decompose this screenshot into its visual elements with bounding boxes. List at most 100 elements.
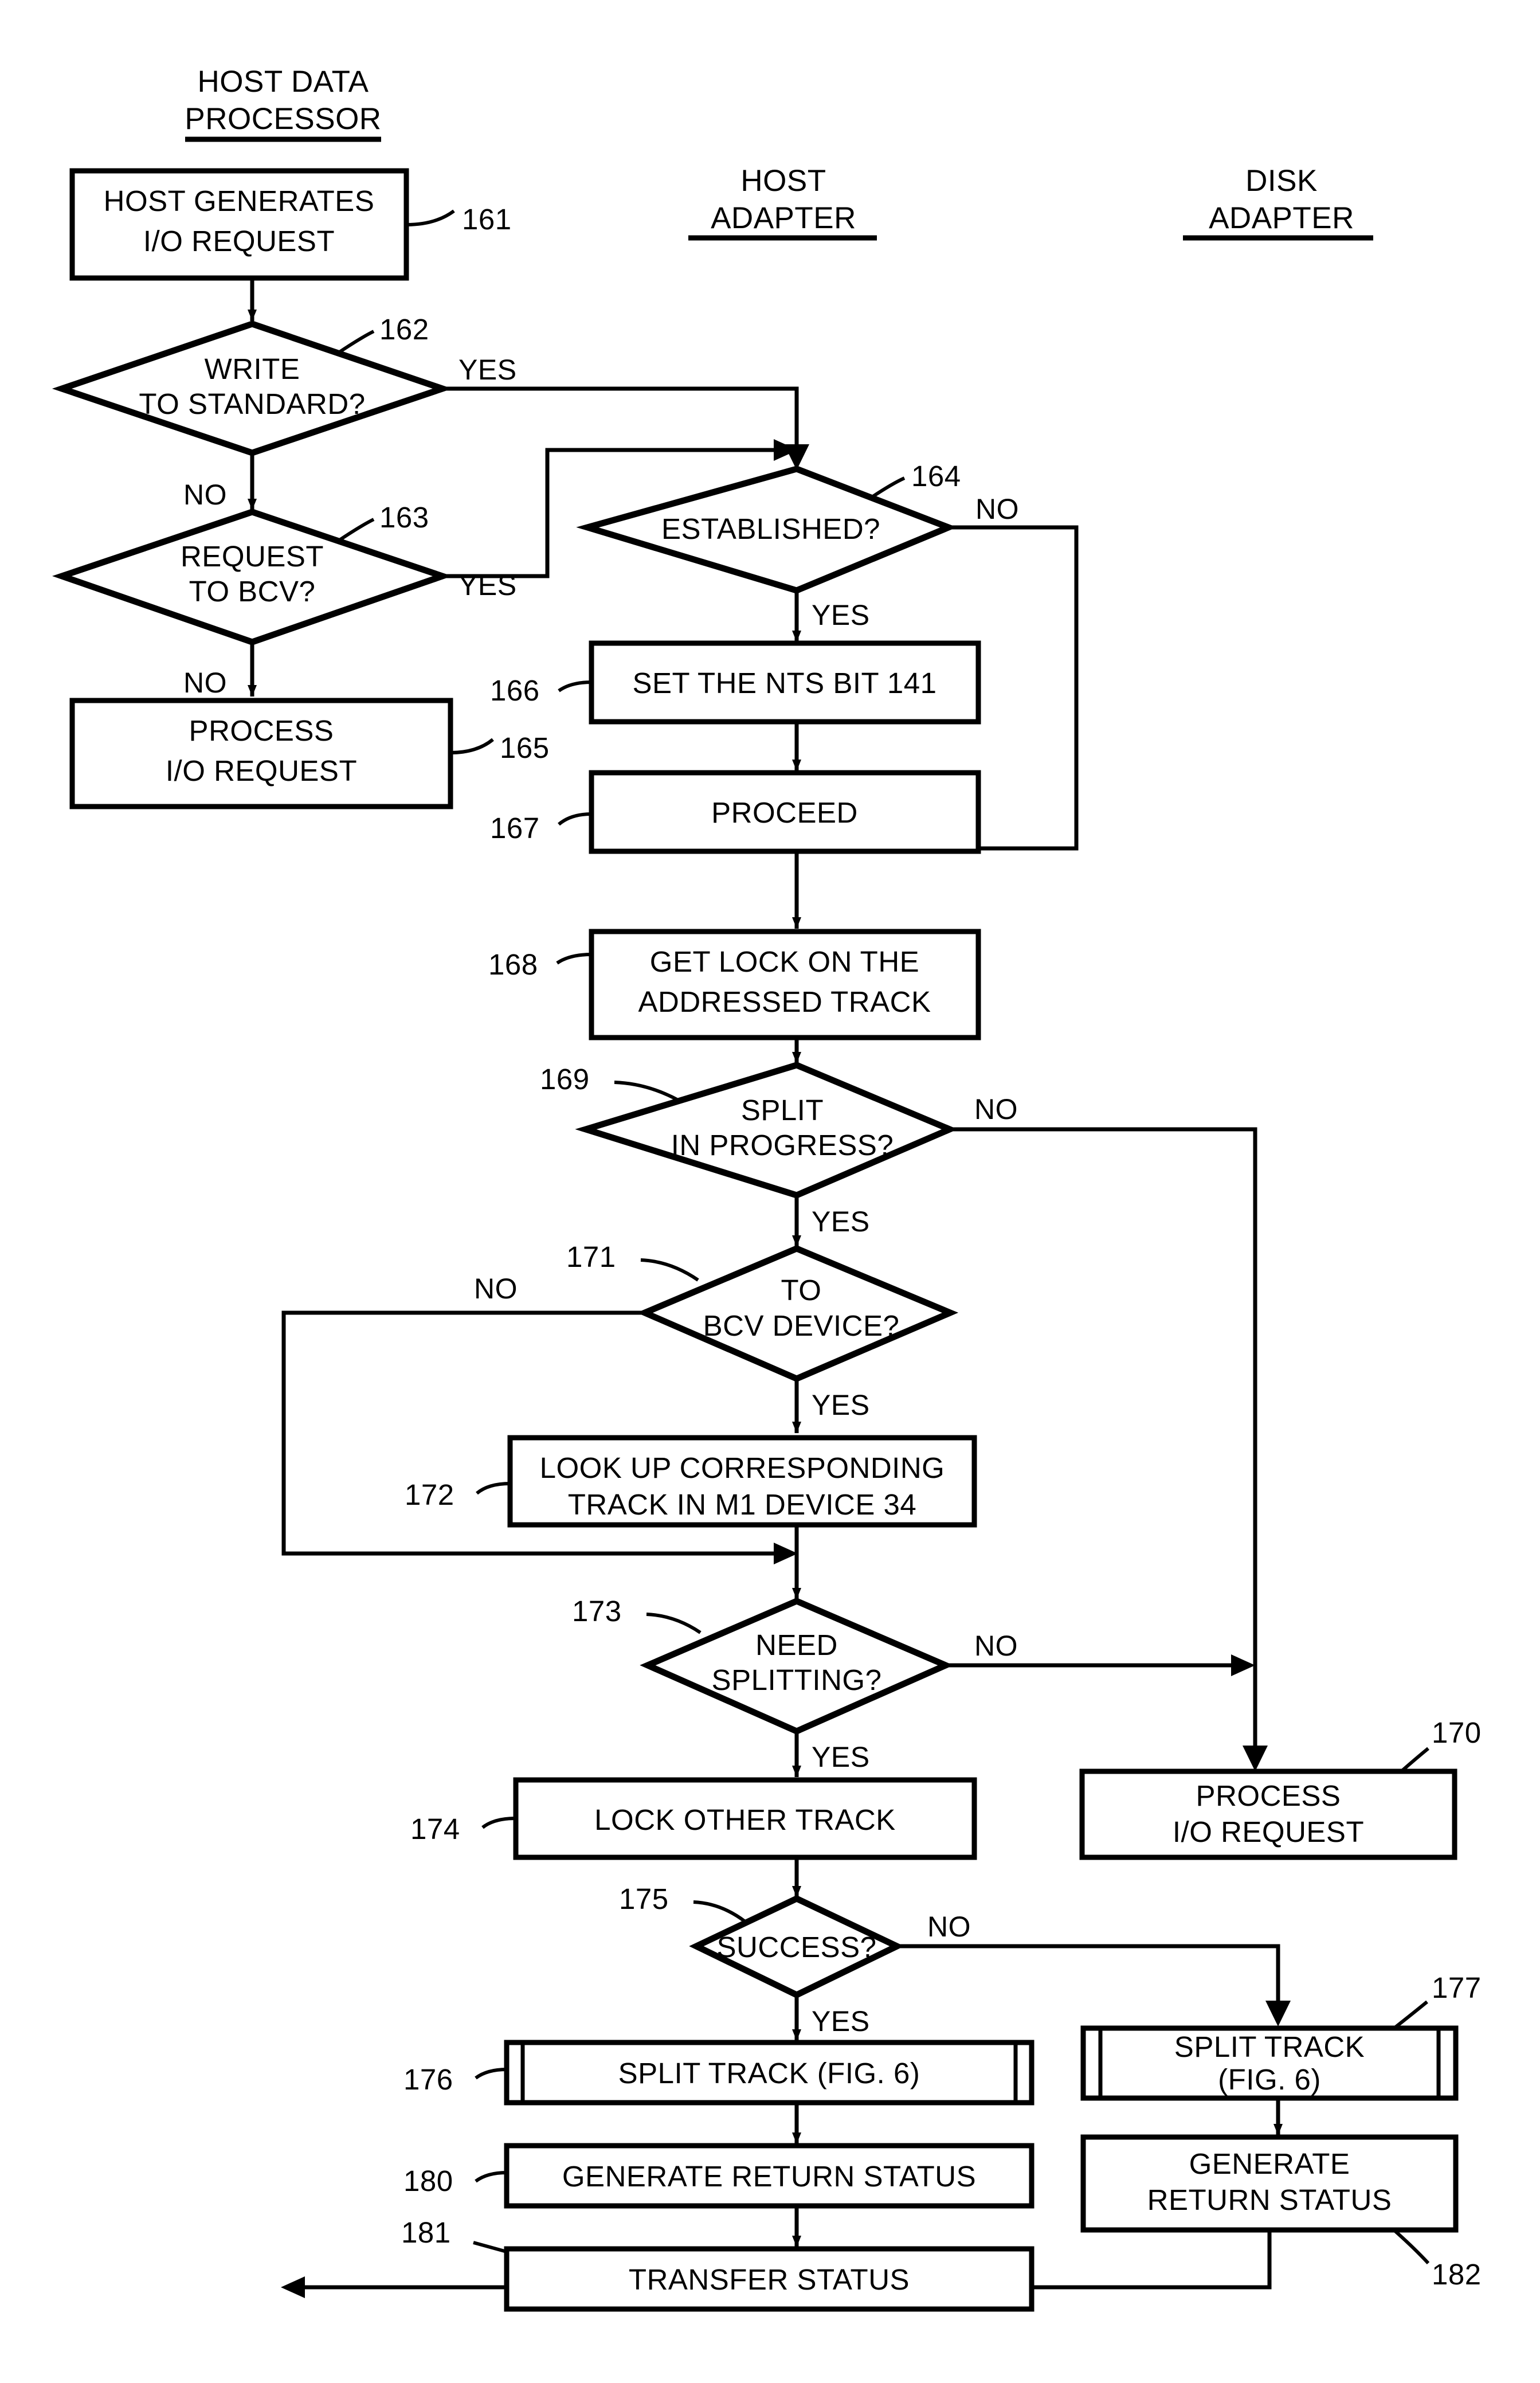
column-heading-host-adapter: HOST ADAPTER xyxy=(688,164,877,241)
label-164-yes: YES xyxy=(812,599,870,631)
ref-162: 162 xyxy=(379,313,429,346)
label-173-no: NO xyxy=(974,1630,1018,1662)
node-170-line2: I/O REQUEST xyxy=(1173,1815,1364,1848)
ref-170: 170 xyxy=(1432,1716,1482,1749)
col1-line2: PROCESSOR xyxy=(185,102,381,136)
column-heading-disk-adapter: DISK ADAPTER xyxy=(1183,164,1373,241)
node-177-line2: (FIG. 6) xyxy=(1218,2063,1321,2096)
ref-163: 163 xyxy=(379,501,429,534)
node-165-line1: PROCESS xyxy=(189,714,334,747)
ref-182: 182 xyxy=(1432,2258,1482,2291)
node-182-generate-return-status-disk: GENERATE RETURN STATUS 182 xyxy=(1080,2134,1482,2291)
column-heading-host-data-processor: HOST DATA PROCESSOR xyxy=(185,65,381,142)
leader-168 xyxy=(556,953,592,965)
leader-175 xyxy=(693,1900,746,1923)
label-171-no: NO xyxy=(474,1273,518,1305)
node-172-line2: TRACK IN M1 DEVICE 34 xyxy=(568,1488,916,1521)
node-162-line1: WRITE xyxy=(205,353,300,385)
ref-173: 173 xyxy=(572,1595,622,1627)
label-171-yes: YES xyxy=(812,1389,870,1421)
node-182-line2: RETURN STATUS xyxy=(1147,2184,1392,2216)
node-171-to-bcv-device: TO BCV DEVICE? 171 YES NO xyxy=(474,1241,959,1421)
label-169-yes: YES xyxy=(812,1206,870,1238)
label-164-no: NO xyxy=(975,493,1019,525)
leader-174 xyxy=(481,1817,516,1829)
node-167-line1: PROCEED xyxy=(711,796,858,829)
node-180-generate-return-status: GENERATE RETURN STATUS 180 xyxy=(403,2143,1034,2209)
node-166-set-nts-bit: SET THE NTS BIT 141 166 xyxy=(490,640,981,725)
node-181-transfer-status: TRANSFER STATUS 181 xyxy=(401,2216,1034,2312)
arrowhead-output xyxy=(281,2276,305,2298)
ref-175: 175 xyxy=(619,1883,669,1915)
node-180-line1: GENERATE RETURN STATUS xyxy=(562,2160,976,2193)
label-163-yes: YES xyxy=(459,569,517,601)
flowchart-canvas: HOST DATA PROCESSOR HOST ADAPTER DISK AD… xyxy=(52,65,1482,2312)
ref-169: 169 xyxy=(540,1063,590,1095)
leader-176 xyxy=(475,2068,507,2080)
leader-162 xyxy=(336,330,375,355)
node-164-line1: ESTABLISHED? xyxy=(661,512,880,545)
node-173-line1: NEED xyxy=(755,1629,838,1661)
node-173-line2: SPLITTING? xyxy=(712,1664,882,1696)
ref-172: 172 xyxy=(405,1478,454,1511)
col3-line1: DISK xyxy=(1245,164,1318,198)
node-166-line1: SET THE NTS BIT 141 xyxy=(632,667,936,699)
ref-165: 165 xyxy=(500,731,550,764)
label-163-no: NO xyxy=(183,667,227,699)
node-171-line1: TO xyxy=(781,1274,822,1306)
leader-171 xyxy=(640,1258,699,1282)
node-169-line2: IN PROGRESS? xyxy=(671,1129,894,1161)
arrowhead-177-in xyxy=(1265,2001,1291,2026)
leader-173 xyxy=(646,1613,702,1634)
leader-166 xyxy=(558,680,592,692)
node-175-line1: SUCCESS? xyxy=(717,1931,877,1963)
label-162-yes: YES xyxy=(459,354,517,386)
col1-line1: HOST DATA xyxy=(198,65,369,99)
leader-170 xyxy=(1400,1747,1429,1773)
col2-line1: HOST xyxy=(740,164,826,198)
leader-167 xyxy=(558,812,592,826)
label-175-no: NO xyxy=(927,1911,971,1943)
ref-181: 181 xyxy=(401,2216,451,2249)
col2-line2: ADAPTER xyxy=(711,201,856,235)
node-161-line2: I/O REQUEST xyxy=(143,225,335,257)
label-173-yes: YES xyxy=(812,1741,870,1773)
node-182-line1: GENERATE xyxy=(1189,2147,1350,2180)
leader-181 xyxy=(473,2241,507,2253)
node-171-line2: BCV DEVICE? xyxy=(703,1309,900,1342)
patent-figure: HOST DATA PROCESSOR HOST ADAPTER DISK AD… xyxy=(0,0,1540,2383)
node-174-lock-other-track: LOCK OTHER TRACK 174 xyxy=(410,1777,977,1860)
ref-174: 174 xyxy=(410,1813,460,1845)
node-165-line2: I/O REQUEST xyxy=(166,754,357,787)
node-169-line1: SPLIT xyxy=(741,1094,824,1126)
node-169-split-in-progress: SPLIT IN PROGRESS? 169 YES NO xyxy=(540,1062,1018,1238)
leader-169 xyxy=(614,1081,680,1102)
ref-180: 180 xyxy=(403,2165,453,2197)
node-170-process-io-request-disk: PROCESS I/O REQUEST 170 xyxy=(1079,1716,1482,1860)
leader-177 xyxy=(1392,2000,1428,2031)
leader-161 xyxy=(406,209,455,226)
node-163-line2: TO BCV? xyxy=(189,575,316,608)
node-181-line1: TRANSFER STATUS xyxy=(629,2263,910,2296)
edge-162yes-to-164 xyxy=(442,386,799,453)
node-163-line1: REQUEST xyxy=(181,540,324,573)
node-163-request-to-bcv: REQUEST TO BCV? 163 YES NO xyxy=(52,501,517,699)
edge-175no-to-177 xyxy=(897,1944,1280,2009)
node-177-split-track-fig6-disk: SPLIT TRACK (FIG. 6) 177 xyxy=(1080,1971,1481,2101)
node-167-proceed: PROCEED 167 xyxy=(490,770,981,854)
ref-161: 161 xyxy=(462,203,512,236)
arrowhead-173trunk-in xyxy=(774,1543,798,1564)
label-162-no: NO xyxy=(183,479,227,511)
label-175-yes: YES xyxy=(812,2005,870,2037)
node-172-look-up-track: LOOK UP CORRESPONDING TRACK IN M1 DEVICE… xyxy=(405,1435,977,1528)
node-174-line1: LOCK OTHER TRACK xyxy=(594,1803,896,1836)
node-176-line1: SPLIT TRACK (FIG. 6) xyxy=(618,2057,920,2089)
ref-168: 168 xyxy=(488,948,538,981)
ref-167: 167 xyxy=(490,812,540,844)
node-170-line1: PROCESS xyxy=(1196,1779,1341,1812)
node-162-line2: TO STANDARD? xyxy=(139,388,365,420)
node-177-line1: SPLIT TRACK xyxy=(1174,2030,1365,2063)
ref-166: 166 xyxy=(490,674,540,707)
col3-line2: ADAPTER xyxy=(1209,201,1354,235)
leader-164 xyxy=(870,476,906,499)
